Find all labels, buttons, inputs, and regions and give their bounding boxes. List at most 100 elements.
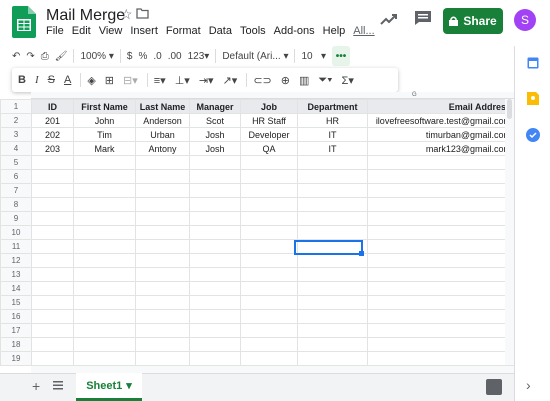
empty-cell[interactable] [367, 197, 512, 212]
empty-cell[interactable] [31, 337, 74, 352]
empty-cell[interactable] [73, 169, 136, 184]
menu-format[interactable]: Format [166, 25, 201, 37]
document-title[interactable]: Mail Merge [46, 7, 125, 25]
empty-cell[interactable] [367, 253, 512, 268]
row-number[interactable]: 9 [0, 211, 32, 226]
empty-cell[interactable] [367, 309, 512, 324]
comment-icon[interactable] [414, 10, 432, 26]
empty-cell[interactable] [297, 183, 368, 198]
empty-cell[interactable] [31, 197, 74, 212]
empty-cell[interactable] [297, 351, 368, 366]
cell[interactable]: IT [297, 141, 368, 156]
zoom-select[interactable]: 100% ▾ [80, 46, 113, 66]
link-icon[interactable]: ⊂⊃ [253, 70, 271, 90]
empty-cell[interactable] [189, 253, 241, 268]
row-number[interactable]: 8 [0, 197, 32, 212]
empty-cell[interactable] [73, 337, 136, 352]
empty-cell[interactable] [240, 351, 298, 366]
explore-icon[interactable] [486, 379, 502, 395]
empty-cell[interactable] [297, 253, 368, 268]
header-cell[interactable]: Job [240, 99, 298, 114]
empty-cell[interactable] [31, 253, 74, 268]
empty-cell[interactable] [135, 323, 190, 338]
insert-chart-icon[interactable]: ▥ [299, 70, 309, 90]
header-cell[interactable]: Manager [189, 99, 241, 114]
empty-cell[interactable] [73, 239, 136, 254]
empty-cell[interactable] [135, 155, 190, 170]
calendar-icon[interactable] [527, 56, 539, 69]
empty-cell[interactable] [240, 253, 298, 268]
row-number[interactable]: 7 [0, 183, 32, 198]
cell[interactable]: 203 [31, 141, 74, 156]
text-color-button[interactable]: A [64, 70, 71, 90]
redo-icon[interactable]: ↷ [26, 46, 34, 66]
vertical-scrollbar[interactable] [505, 99, 514, 365]
empty-cell[interactable] [297, 211, 368, 226]
cell[interactable]: 201 [31, 113, 74, 128]
empty-cell[interactable] [31, 169, 74, 184]
menu-help[interactable]: Help [323, 25, 346, 37]
row-number[interactable]: 19 [0, 351, 32, 366]
empty-cell[interactable] [31, 239, 74, 254]
all-sheets-icon[interactable] [53, 380, 63, 390]
row-number[interactable]: 2 [0, 113, 32, 128]
more-toolbar-button[interactable]: ••• [331, 46, 350, 66]
empty-cell[interactable] [240, 197, 298, 212]
empty-cell[interactable] [367, 155, 512, 170]
collapse-panel-icon[interactable]: › [526, 377, 531, 393]
folder-icon[interactable] [136, 8, 149, 19]
empty-cell[interactable] [297, 337, 368, 352]
empty-cell[interactable] [367, 295, 512, 310]
empty-cell[interactable] [73, 351, 136, 366]
row-number[interactable]: 10 [0, 225, 32, 240]
cell[interactable]: Developer [240, 127, 298, 142]
empty-cell[interactable] [135, 253, 190, 268]
empty-cell[interactable] [189, 239, 241, 254]
empty-cell[interactable] [240, 183, 298, 198]
empty-cell[interactable] [135, 239, 190, 254]
row-number[interactable]: 13 [0, 267, 32, 282]
empty-cell[interactable] [240, 239, 298, 254]
empty-cell[interactable] [73, 281, 136, 296]
empty-cell[interactable] [240, 169, 298, 184]
avatar[interactable]: S [514, 9, 536, 31]
empty-cell[interactable] [73, 295, 136, 310]
empty-cell[interactable] [135, 337, 190, 352]
cell[interactable]: Josh [189, 141, 241, 156]
empty-cell[interactable] [31, 183, 74, 198]
empty-cell[interactable] [297, 323, 368, 338]
empty-cell[interactable] [31, 323, 74, 338]
sheets-logo-icon[interactable] [12, 6, 36, 38]
last-edit-link[interactable]: All... [353, 25, 374, 37]
empty-cell[interactable] [189, 155, 241, 170]
empty-cell[interactable] [240, 309, 298, 324]
selected-cell[interactable] [294, 240, 363, 255]
cell[interactable]: Josh [189, 127, 241, 142]
vertical-scroll-thumb[interactable] [507, 99, 512, 119]
empty-cell[interactable] [367, 323, 512, 338]
sheet-grid[interactable]: 1 ID First Name Last Name Manager Job Departme… [0, 99, 514, 366]
cell[interactable]: John [73, 113, 136, 128]
font-size-select[interactable]: 10 ▾ [301, 46, 325, 66]
empty-cell[interactable] [240, 211, 298, 226]
empty-cell[interactable] [135, 197, 190, 212]
more-formats-button[interactable]: 123 ▾ [188, 46, 210, 66]
empty-cell[interactable] [297, 309, 368, 324]
cell[interactable]: QA [240, 141, 298, 156]
row-number[interactable]: 3 [0, 127, 32, 142]
empty-cell[interactable] [31, 309, 74, 324]
print-icon[interactable]: ⎙ [41, 46, 49, 66]
share-button[interactable]: Share [443, 8, 503, 34]
cell[interactable]: Mark [73, 141, 136, 156]
currency-button[interactable]: $ [127, 46, 133, 66]
cell[interactable]: mark123@gmail.com [367, 141, 512, 156]
empty-cell[interactable] [367, 183, 512, 198]
font-select[interactable]: Default (Ari... ▾ [222, 46, 288, 66]
cell[interactable]: Anderson [135, 113, 190, 128]
empty-cell[interactable] [297, 295, 368, 310]
empty-cell[interactable] [31, 155, 74, 170]
add-sheet-icon[interactable]: + [32, 378, 40, 394]
empty-cell[interactable] [240, 155, 298, 170]
cell[interactable]: ilovefreesoftware.test@gmail.com [367, 113, 512, 128]
undo-icon[interactable]: ↶ [12, 46, 20, 66]
